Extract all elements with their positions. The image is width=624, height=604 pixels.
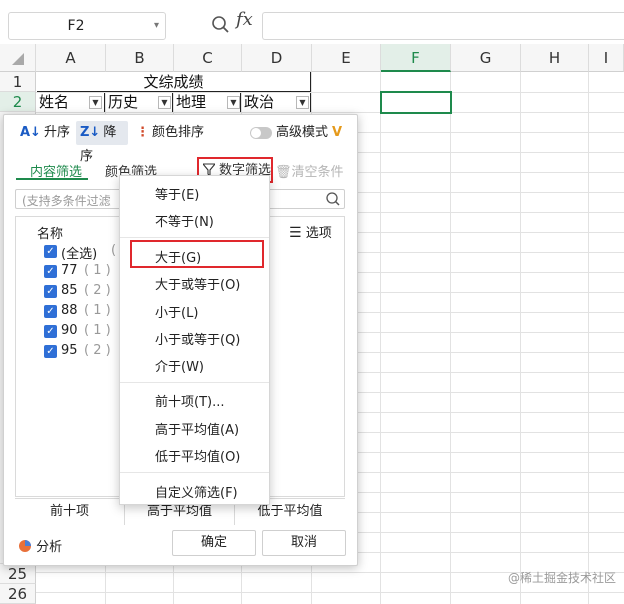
list-item-count: ( 1 ) xyxy=(84,263,111,278)
menu-item-below-average[interactable]: 低于平均值(O) xyxy=(155,446,240,465)
analysis-button[interactable]: 分析 xyxy=(18,536,62,557)
list-item-count: ( 1 ) xyxy=(84,303,111,318)
color-sort-button[interactable]: ⋮ 颜色排序 xyxy=(136,121,216,145)
sort-ascending-button[interactable]: A↓ 升序 xyxy=(20,121,74,145)
number-filter-menu: 等于(E) 不等于(N) 大于(G) 大于或等于(O) 小于(L) 小于或等于(… xyxy=(119,175,270,505)
column-header-f[interactable]: F xyxy=(381,44,451,72)
filter-dropdown-b[interactable]: ▼ xyxy=(158,96,171,109)
watermark: @稀土掘金技术社区 xyxy=(507,571,616,585)
column-header-h[interactable]: H xyxy=(521,44,589,72)
checkbox-select-all[interactable]: ✓ xyxy=(44,245,57,258)
menu-item-above-average[interactable]: 高于平均值(A) xyxy=(155,419,239,438)
clear-conditions-button[interactable]: 🗑清空条件 xyxy=(275,161,344,180)
menu-item-greater-than[interactable]: 大于(G) xyxy=(155,247,201,266)
color-sort-icon: ⋮ xyxy=(136,125,149,140)
cancel-button[interactable]: 取消 xyxy=(262,530,346,556)
select-all-corner[interactable] xyxy=(0,44,36,72)
pie-chart-icon xyxy=(18,539,32,557)
chevron-down-icon[interactable]: ▾ xyxy=(154,13,159,39)
checkbox-90[interactable]: ✓ xyxy=(44,325,57,338)
menu-item-not-equals[interactable]: 不等于(N) xyxy=(155,211,214,230)
selected-cell-f2[interactable] xyxy=(380,91,452,114)
list-item-count: ( 2 ) xyxy=(84,343,111,358)
list-item[interactable]: 77 xyxy=(61,263,78,278)
header-cell-label: 地理 xyxy=(176,93,207,111)
row-header-26[interactable]: 26 xyxy=(0,584,36,604)
title-cell[interactable]: 文综成绩 xyxy=(37,72,311,92)
sort-ascending-icon: A↓ xyxy=(20,125,41,140)
column-header-e[interactable]: E xyxy=(312,44,381,72)
trash-icon: 🗑 xyxy=(275,165,292,180)
column-header-d[interactable]: D xyxy=(242,44,312,72)
column-header-a[interactable]: A xyxy=(36,44,106,72)
menu-item-greater-or-equal[interactable]: 大于或等于(O) xyxy=(155,274,240,293)
menu-separator xyxy=(120,237,269,238)
checkbox-95[interactable]: ✓ xyxy=(44,345,57,358)
column-header-g[interactable]: G xyxy=(451,44,521,72)
checkbox-85[interactable]: ✓ xyxy=(44,285,57,298)
list-item[interactable]: 95 xyxy=(61,343,78,358)
filter-dropdown-d[interactable]: ▼ xyxy=(296,96,309,109)
row-header-2[interactable]: 2 xyxy=(0,92,36,112)
row-header-25[interactable]: 25 xyxy=(0,564,36,584)
ok-button[interactable]: 确定 xyxy=(172,530,256,556)
color-sort-label: 颜色排序 xyxy=(152,125,205,140)
sort-descending-button[interactable]: Z↓ 降序 xyxy=(76,121,128,164)
formula-input[interactable] xyxy=(262,12,624,40)
column-header-b[interactable]: B xyxy=(106,44,174,72)
top-ten-button[interactable]: 前十项 xyxy=(15,499,125,525)
list-item[interactable]: 90 xyxy=(61,323,78,338)
column-header-c[interactable]: C xyxy=(174,44,242,72)
menu-item-less-or-equal[interactable]: 小于或等于(Q) xyxy=(155,329,240,348)
header-cell-label: 政治 xyxy=(244,93,275,111)
checkbox-77[interactable]: ✓ xyxy=(44,265,57,278)
fx-icon[interactable]: fx xyxy=(236,9,253,30)
checkbox-88[interactable]: ✓ xyxy=(44,305,57,318)
header-cell-label: 历史 xyxy=(108,93,139,111)
list-header-name: 名称 xyxy=(37,227,64,242)
column-header-i[interactable]: I xyxy=(589,44,624,72)
zoom-icon[interactable] xyxy=(210,11,232,39)
vip-badge-icon: V xyxy=(332,125,343,140)
name-box[interactable]: F2 ▾ xyxy=(8,12,166,40)
analysis-label: 分析 xyxy=(36,540,63,555)
list-item-count: ( xyxy=(111,243,117,258)
list-item-count: ( 1 ) xyxy=(84,323,111,338)
menu-lines-icon: ☰ xyxy=(289,225,302,241)
menu-separator xyxy=(120,382,269,383)
search-icon[interactable] xyxy=(325,191,341,211)
header-cell-label: 姓名 xyxy=(39,93,70,111)
advanced-mode-label: 高级模式 xyxy=(276,125,329,140)
menu-item-custom-filter[interactable]: 自定义筛选(F) xyxy=(155,482,238,501)
search-placeholder: (支持多条件过滤 xyxy=(22,194,111,208)
list-item[interactable]: 88 xyxy=(61,303,78,318)
active-tab-indicator xyxy=(16,178,88,180)
menu-item-less-than[interactable]: 小于(L) xyxy=(155,302,198,321)
list-item[interactable]: 85 xyxy=(61,283,78,298)
advanced-mode-toggle[interactable] xyxy=(250,127,272,139)
clear-conditions-label: 清空条件 xyxy=(291,165,344,180)
filter-dropdown-c[interactable]: ▼ xyxy=(227,96,240,109)
menu-separator xyxy=(120,472,269,473)
list-item[interactable]: (全选) xyxy=(61,243,97,262)
menu-item-between[interactable]: 介于(W) xyxy=(155,356,204,375)
cell-reference: F2 xyxy=(67,18,85,34)
sort-ascending-label: 升序 xyxy=(43,125,70,140)
options-button[interactable]: ☰ 选项 xyxy=(289,222,332,241)
filter-dropdown-a[interactable]: ▼ xyxy=(89,96,102,109)
options-label: 选项 xyxy=(305,226,332,241)
row-header-1[interactable]: 1 xyxy=(0,72,36,92)
sort-descending-icon: Z↓ xyxy=(80,125,101,140)
list-item-count: ( 2 ) xyxy=(84,283,111,298)
menu-item-top-ten[interactable]: 前十项(T)... xyxy=(155,391,224,410)
menu-item-equals[interactable]: 等于(E) xyxy=(155,184,199,203)
